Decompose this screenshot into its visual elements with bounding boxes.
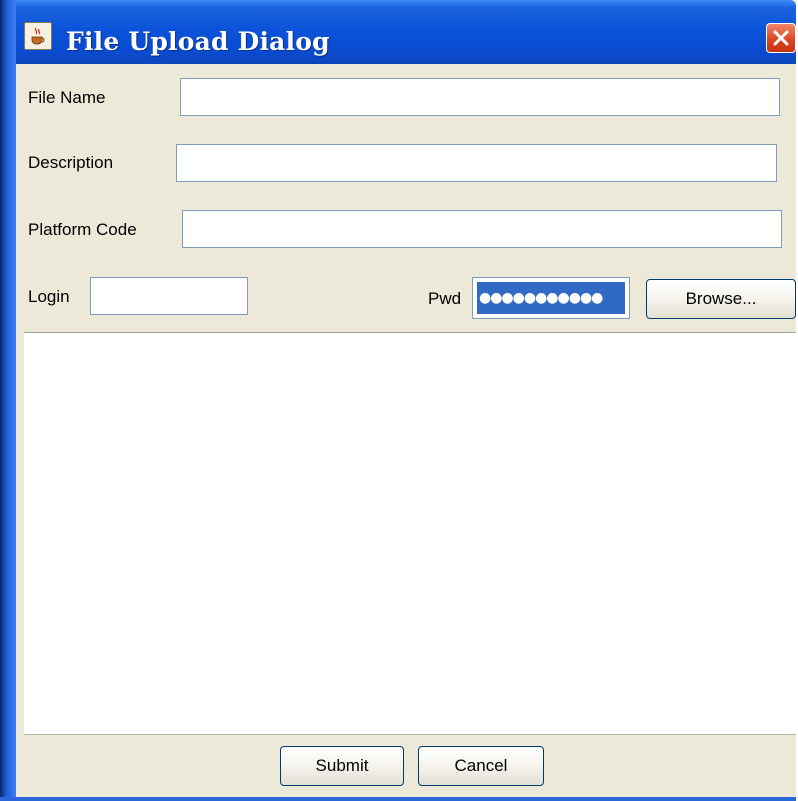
description-input[interactable] <box>176 144 777 182</box>
file-upload-dialog: File Upload Dialog File Name Description… <box>0 0 796 801</box>
submit-button[interactable]: Submit <box>280 746 404 786</box>
file-name-label: File Name <box>28 88 106 107</box>
window-frame-bottom <box>0 797 796 801</box>
close-icon <box>773 30 789 46</box>
login-label: Login <box>28 287 70 306</box>
window-frame-left <box>0 0 16 801</box>
description-label: Description <box>28 153 114 172</box>
file-name-input[interactable] <box>180 78 780 116</box>
title-bar[interactable]: File Upload Dialog <box>0 0 796 64</box>
java-coffee-cup-icon <box>24 22 52 50</box>
browse-button[interactable]: Browse... <box>646 279 796 319</box>
window-title: File Upload Dialog <box>66 27 330 56</box>
pwd-label: Pwd <box>428 289 462 308</box>
platform-code-input[interactable] <box>182 210 782 248</box>
file-content-area[interactable] <box>24 332 796 734</box>
platform-code-label: Platform Code <box>28 220 137 239</box>
password-input[interactable]: ●●●●●●●●●●● <box>472 277 630 319</box>
cancel-button[interactable]: Cancel <box>418 746 544 786</box>
login-input[interactable] <box>90 277 248 315</box>
password-selection: ●●●●●●●●●●● <box>477 282 625 314</box>
footer-separator <box>24 734 796 735</box>
close-button[interactable] <box>766 23 796 53</box>
